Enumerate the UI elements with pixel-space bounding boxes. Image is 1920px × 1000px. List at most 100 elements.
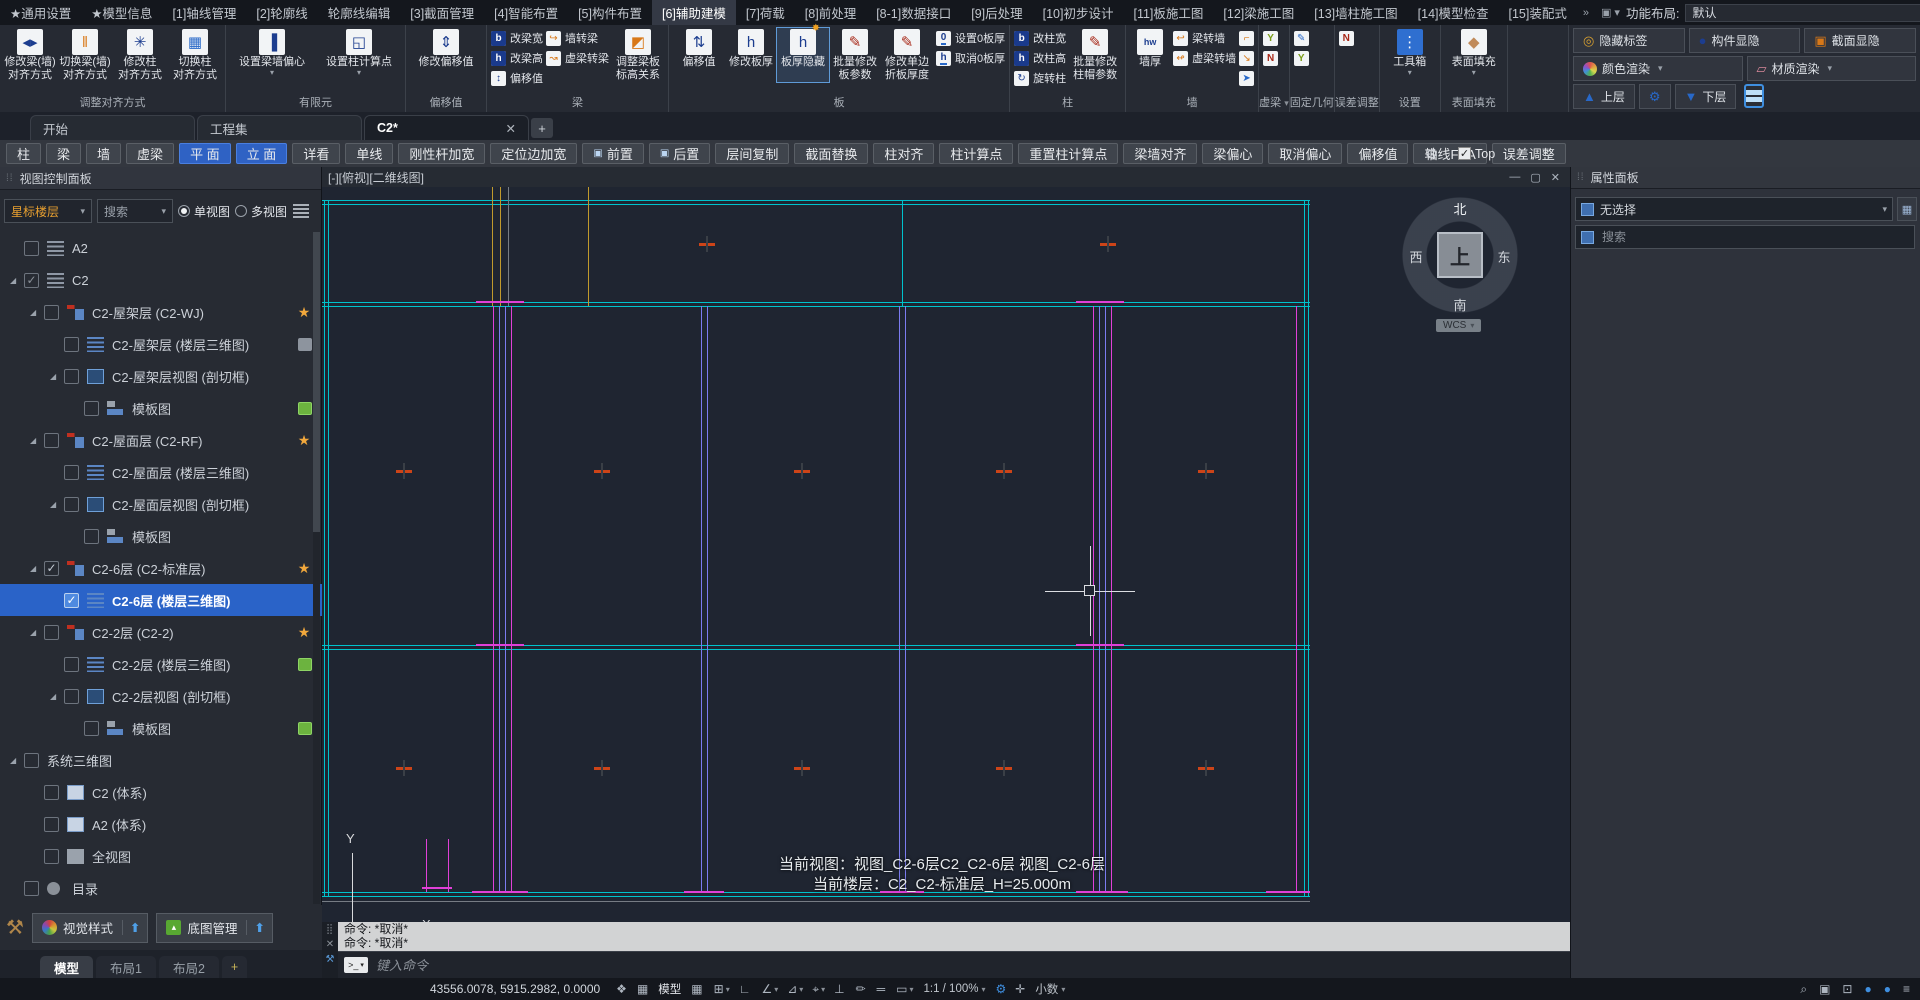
tree-checkbox[interactable] xyxy=(64,657,79,672)
slab-marker[interactable] xyxy=(996,760,1012,776)
ribbon-small-button[interactable]: ↻ 旋转柱 xyxy=(1014,69,1066,87)
multi-view-layout-icon[interactable] xyxy=(293,204,309,218)
tree-expander-icon[interactable] xyxy=(10,756,24,765)
error-adjust-n-icon[interactable]: N xyxy=(1339,29,1354,47)
wall-select-icon[interactable]: ➤ xyxy=(1239,69,1254,87)
plan-drawing[interactable]: Y X 当前视图：视图_C2-6层C2_C2-6层 视图_C2-6层 当前楼层：… xyxy=(322,187,1570,922)
command-tools-icon[interactable]: ⚒ xyxy=(326,954,335,965)
tree-checkbox[interactable] xyxy=(24,753,39,768)
slab-marker[interactable] xyxy=(794,463,810,479)
menu-item[interactable]: ★通用设置 xyxy=(0,0,81,25)
layout-tab[interactable]: 模型 xyxy=(40,956,93,978)
tree-row[interactable]: 目录 xyxy=(0,872,322,904)
menu-item[interactable]: [12]梁施工图 xyxy=(1213,0,1304,25)
tree-row[interactable]: C2-屋架层视图 (剖切框) xyxy=(0,360,322,392)
tree-row[interactable]: 模板图 xyxy=(0,712,322,744)
slab-marker[interactable] xyxy=(594,760,610,776)
tree-checkbox[interactable] xyxy=(44,625,59,640)
ribbon-small-button[interactable]: ↪ 墙转梁 xyxy=(546,29,609,47)
lineweight-icon[interactable]: ═ xyxy=(877,982,888,997)
properties-search-input[interactable] xyxy=(1600,229,1909,245)
ribbon-small-button[interactable]: h 取消0板厚 xyxy=(936,49,1005,67)
tree-row[interactable]: 模板图 xyxy=(0,392,322,424)
toolbar-button[interactable]: 梁偏心 xyxy=(1202,143,1263,164)
crosshair-size-icon[interactable]: ✛ xyxy=(1015,982,1025,996)
toolbar-button[interactable]: 梁 xyxy=(46,143,81,164)
tree-row-badge[interactable] xyxy=(296,560,312,577)
basemap-up-arrow[interactable]: ⬆ xyxy=(246,920,271,935)
menu-item[interactable]: ★模型信息 xyxy=(81,0,162,25)
document-tab[interactable]: 开始 ✕ xyxy=(30,115,195,140)
toolbar-gear-icon[interactable]: ⚙ xyxy=(1425,145,1438,163)
top-view-checkbox[interactable]: ✓ Top xyxy=(1458,147,1495,161)
toolbar-button[interactable]: 层间复制 xyxy=(715,143,789,164)
virtual-beam-y-icon[interactable]: Y xyxy=(1263,29,1278,47)
command-close-icon[interactable]: ✕ xyxy=(326,939,334,950)
tree-checkbox[interactable] xyxy=(44,433,59,448)
properties-pin-button[interactable]: ▦ xyxy=(1897,197,1917,221)
compass-north[interactable]: 北 xyxy=(1450,199,1470,218)
isodraft-icon[interactable]: ⊿▾ xyxy=(787,982,803,997)
upper-floor-button[interactable]: ▲ 上层 xyxy=(1573,84,1635,109)
tree-checkbox[interactable] xyxy=(64,593,79,608)
basemap-manage-button[interactable]: ▴ 底图管理 ⬆ xyxy=(156,913,273,943)
toolbar-button[interactable]: 柱 xyxy=(6,143,41,164)
tree-checkbox[interactable] xyxy=(44,305,59,320)
ribbon-button[interactable]: h 板厚隐藏 xyxy=(777,28,829,82)
single-view-radio[interactable]: 单视图 xyxy=(178,203,230,220)
layout-select[interactable]: 默认 xyxy=(1685,4,1920,22)
tools-icon[interactable]: ⚒ xyxy=(6,915,24,940)
visual-style-button[interactable]: 视觉样式 ⬆ xyxy=(32,913,149,943)
compass-east[interactable]: 东 xyxy=(1494,247,1514,266)
menu-item[interactable]: [9]后处理 xyxy=(961,0,1032,25)
viewport-layout-icon[interactable]: ▣ xyxy=(1819,982,1830,997)
layout-tab[interactable]: + xyxy=(222,956,247,978)
toolbar-button[interactable]: 柱对齐 xyxy=(873,143,934,164)
ribbon-button[interactable]: ✎ 批量修改 板参数 xyxy=(829,28,881,82)
tree-expander-icon[interactable] xyxy=(30,308,44,317)
slab-marker[interactable] xyxy=(396,463,412,479)
ribbon-button[interactable]: ▦ 切换柱 对齐方式 xyxy=(169,28,221,82)
tree-row[interactable]: A2 (体系) xyxy=(0,808,322,840)
tree-checkbox[interactable] xyxy=(84,401,99,416)
tree-row-badge[interactable] xyxy=(296,304,312,321)
multi-view-radio[interactable]: 多视图 xyxy=(235,203,287,220)
tree-row[interactable]: 全视图 xyxy=(0,840,322,872)
tree-row-badge[interactable] xyxy=(298,338,312,351)
panel-grip-icon[interactable]: ⁞⁞ xyxy=(6,173,14,184)
viewport-minimize-icon[interactable]: — xyxy=(1509,171,1520,184)
ribbon-small-button[interactable]: ↕ 偏移值 xyxy=(491,69,543,87)
color-render-button[interactable]: 颜色渲染 ▾ xyxy=(1573,56,1743,81)
tree-checkbox[interactable] xyxy=(84,721,99,736)
ribbon-small-button[interactable]: 0 设置0板厚 xyxy=(936,29,1005,47)
model-space-button[interactable]: 模型 xyxy=(658,981,681,997)
toolbar-button[interactable]: 单线 xyxy=(345,143,393,164)
menu-item[interactable]: 轮廓线编辑 xyxy=(318,0,401,25)
ribbon-small-button[interactable]: ↝ 虚梁转梁 xyxy=(546,49,609,67)
tree-checkbox[interactable] xyxy=(24,241,39,256)
wall-convert-icon-1[interactable]: ⌐ xyxy=(1239,29,1254,47)
tree-row[interactable]: C2-屋面层 (楼层三维图) xyxy=(0,456,322,488)
tree-row[interactable]: 系统三维图 xyxy=(0,744,322,776)
tree-checkbox[interactable] xyxy=(44,817,59,832)
ribbon-button[interactable]: ‖ 切换梁(墙) 对齐方式 xyxy=(59,28,111,82)
slab-marker[interactable] xyxy=(396,760,412,776)
tree-expander-icon[interactable] xyxy=(30,436,44,445)
tree-search-combo[interactable]: 搜索 ▾ xyxy=(97,199,173,223)
menu-item[interactable]: [10]初步设计 xyxy=(1033,0,1124,25)
tree-row[interactable]: C2-屋架层 (C2-WJ) xyxy=(0,296,322,328)
viewport-close-icon[interactable]: ✕ xyxy=(1551,171,1560,184)
ribbon-small-button[interactable]: b 改梁宽 xyxy=(491,29,543,47)
osnap-icon[interactable]: ⌖▾ xyxy=(812,982,825,997)
toolbox-button[interactable]: ⋮ 工具箱 ▾ xyxy=(1384,28,1436,78)
ribbon-dropdown-button[interactable]: ▐ 设置梁墙偏心 ▾ xyxy=(230,28,314,78)
toolbar-button[interactable]: 定位边加宽 xyxy=(490,143,577,164)
ribbon-button[interactable]: h 修改板厚 xyxy=(725,28,777,82)
menu-item[interactable]: [8-1]数据接口 xyxy=(866,0,961,25)
star-floor-filter[interactable]: 星标楼层 ▾ xyxy=(4,199,92,223)
tree-expander-icon[interactable] xyxy=(10,276,24,285)
command-input-row[interactable]: >_▾ xyxy=(338,951,1570,978)
ribbon-dropdown-button[interactable]: ◱ 设置柱计算点 ▾ xyxy=(317,28,401,78)
menu-item[interactable]: [13]墙柱施工图 xyxy=(1304,0,1407,25)
beam-slab-elevation-button[interactable]: ◩ 调整梁板 标高关系 xyxy=(612,28,664,82)
